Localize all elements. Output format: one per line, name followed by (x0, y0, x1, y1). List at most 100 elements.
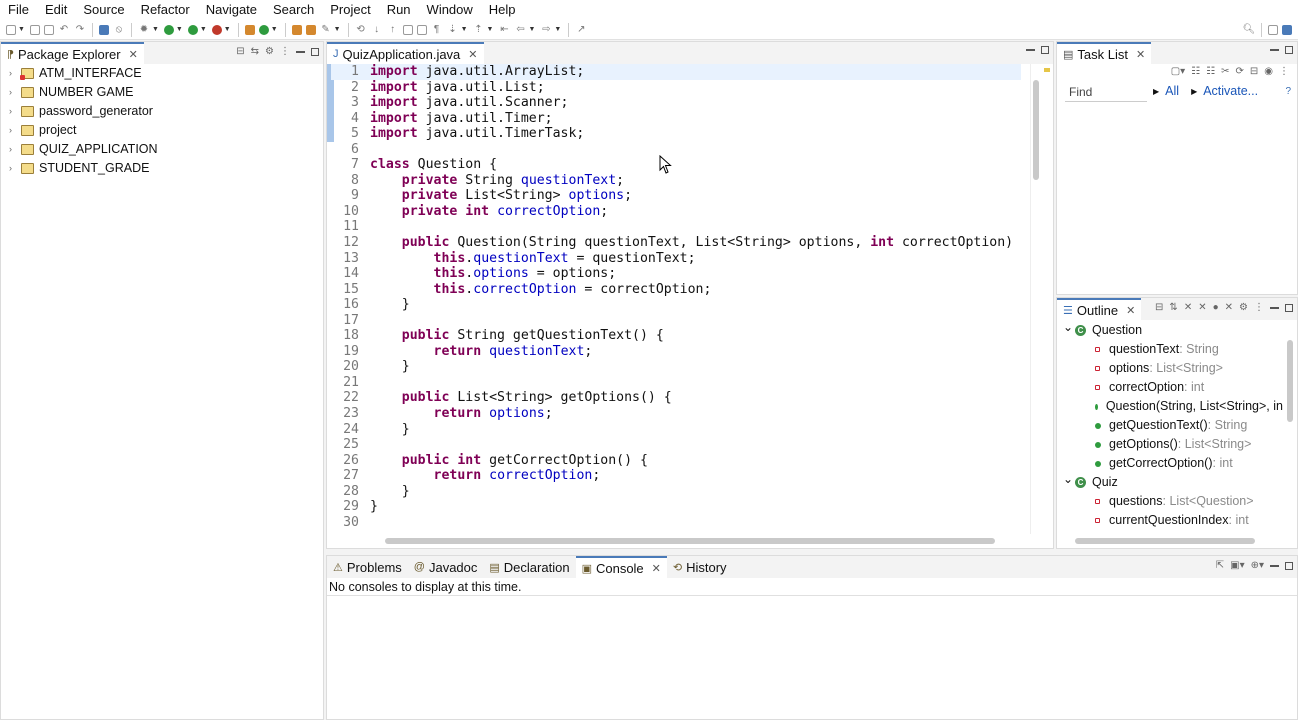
expand-icon[interactable]: › (9, 159, 21, 178)
help-icon[interactable]: ? (1285, 86, 1291, 97)
activate-link[interactable]: Activate... (1203, 84, 1258, 98)
code-line[interactable]: 30 (331, 515, 1021, 531)
expand-icon[interactable]: › (9, 140, 21, 159)
code-line[interactable]: 14 this.options = options; (331, 266, 1021, 282)
project-item[interactable]: › password_generator (1, 102, 323, 121)
maximize-icon[interactable] (1285, 46, 1293, 54)
maximize-icon[interactable] (1041, 46, 1049, 54)
project-item[interactable]: › NUMBER GAME (1, 83, 323, 102)
tab-package-explorer[interactable]: ⁋ Package Explorer ✕ (1, 42, 144, 64)
collapse-all-icon[interactable]: ⊟ (1155, 302, 1163, 313)
menu-project[interactable]: Project (322, 0, 378, 20)
outline-item[interactable]: correctOption : int (1057, 378, 1283, 397)
code-line[interactable]: 9 private List<String> options; (331, 188, 1021, 204)
minimize-icon[interactable] (1270, 306, 1279, 309)
close-icon[interactable]: ✕ (1126, 304, 1135, 317)
display-console-icon[interactable]: ▣▾ (1230, 560, 1244, 571)
last-edit-icon[interactable]: ⇤ (498, 24, 510, 36)
hide-completed-icon[interactable]: ✂ (1221, 66, 1229, 77)
new-task-icon[interactable]: ▢▾ (1171, 66, 1185, 77)
focus-icon[interactable]: ◉ (1264, 66, 1273, 77)
code-line[interactable]: 11 (331, 219, 1021, 235)
view-menu-icon[interactable]: ⋮ (1254, 302, 1264, 313)
focus-icon[interactable]: ⚙ (1239, 302, 1248, 313)
code-line[interactable]: 2 import java.util.List; (331, 80, 1021, 96)
expand-icon[interactable]: › (9, 83, 21, 102)
new-icon[interactable] (6, 24, 16, 35)
menu-source[interactable]: Source (75, 0, 132, 20)
close-icon[interactable]: ✕ (652, 562, 661, 575)
external-tools-icon[interactable] (211, 24, 222, 35)
minimize-icon[interactable] (1026, 49, 1035, 51)
tab-history[interactable]: ⟲ History (667, 556, 733, 578)
search-icon[interactable]: 🔍︎ (1243, 24, 1256, 36)
search-icon[interactable]: ✎ (320, 24, 332, 36)
menu-navigate[interactable]: Navigate (198, 0, 265, 20)
synchronize-icon[interactable]: ⟳ (1235, 66, 1243, 77)
pin-console-icon[interactable]: ⇱ (1216, 560, 1224, 571)
menu-edit[interactable]: Edit (37, 0, 75, 20)
show-whitespace-icon[interactable] (416, 24, 427, 35)
tab-declaration[interactable]: ▤ Declaration (483, 556, 575, 578)
outline-item[interactable]: currentQuestionIndex : int (1057, 511, 1283, 530)
java-perspective-icon[interactable] (1282, 24, 1292, 35)
new-class-icon[interactable] (258, 24, 269, 35)
undo-icon[interactable]: ↶ (58, 24, 70, 36)
open-console-icon[interactable]: ⊕▾ (1251, 560, 1264, 571)
back-dropdown-icon[interactable]: ▼ (528, 26, 535, 33)
tab-javadoc[interactable]: @ Javadoc (408, 556, 484, 578)
new-java-project-icon[interactable] (244, 24, 255, 35)
code-line[interactable]: 23 return options; (331, 406, 1021, 422)
view-menu-icon[interactable]: ⋮ (280, 46, 290, 57)
hide-static-icon[interactable]: ✕ (1198, 302, 1206, 313)
chevron-down-icon[interactable]: ⌄ (1063, 470, 1075, 489)
menu-file[interactable]: File (0, 0, 37, 20)
menu-help[interactable]: Help (481, 0, 524, 20)
outline-item[interactable]: ⌄ C Question (1057, 320, 1283, 340)
prev-edit-icon[interactable]: ⇡ (473, 24, 485, 36)
open-type-icon[interactable] (291, 24, 302, 35)
code-line[interactable]: 12 public Question(String questionText, … (331, 235, 1021, 251)
maximize-icon[interactable] (1285, 303, 1293, 312)
code-line[interactable]: 15 this.correctOption = correctOption; (331, 282, 1021, 298)
project-item[interactable]: › ATM_INTERFACE (1, 64, 323, 83)
code-line[interactable]: 8 private String questionText; (331, 173, 1021, 189)
tab-outline[interactable]: ☰ Outline ✕ (1057, 298, 1142, 320)
expand-icon[interactable]: › (9, 102, 21, 121)
expand-icon[interactable]: › (9, 64, 21, 83)
open-task-icon[interactable] (305, 24, 316, 35)
menu-run[interactable]: Run (379, 0, 419, 20)
hide-nonpublic-icon[interactable]: ● (1213, 302, 1219, 313)
forward-dropdown-icon[interactable]: ▼ (554, 26, 561, 33)
prev-edit-dropdown-icon[interactable]: ▼ (487, 26, 494, 33)
link-editor-icon[interactable]: ⇆ (251, 46, 259, 57)
menu-refactor[interactable]: Refactor (133, 0, 198, 20)
code-line[interactable]: 16 } (331, 297, 1021, 313)
run-dropdown-icon[interactable]: ▼ (176, 26, 183, 33)
search-dropdown-icon[interactable]: ▼ (334, 26, 341, 33)
code-line[interactable]: 1 import java.util.ArrayList; (331, 64, 1021, 80)
code-line[interactable]: 6 (331, 142, 1021, 158)
code-line[interactable]: 19 return questionText; (331, 344, 1021, 360)
maximize-icon[interactable] (311, 47, 319, 56)
code-line[interactable]: 25 (331, 437, 1021, 453)
save-all-icon[interactable] (43, 24, 54, 35)
code-line[interactable]: 4 import java.util.Timer; (331, 111, 1021, 127)
collapse-all-icon[interactable]: ⊟ (236, 46, 244, 57)
code-line[interactable]: 29} (331, 499, 1021, 515)
project-item[interactable]: › STUDENT_GRADE (1, 159, 323, 178)
code-line[interactable]: 7 class Question { (331, 157, 1021, 173)
code-line[interactable]: 5 import java.util.TimerTask; (331, 126, 1021, 142)
skip-breakpoints-icon[interactable]: ⦸ (113, 24, 125, 36)
code-line[interactable]: 3 import java.util.Scanner; (331, 95, 1021, 111)
code-line[interactable]: 28 } (331, 484, 1021, 500)
next-annotation-icon[interactable]: ↓ (371, 24, 383, 36)
outline-item[interactable]: getOptions() : List<String> (1057, 435, 1283, 454)
outline-item[interactable]: ⌄ C Quiz (1057, 470, 1283, 492)
debug-dropdown-icon[interactable]: ▼ (152, 26, 159, 33)
filter-icon[interactable]: ⚙ (265, 46, 274, 57)
open-perspective-icon[interactable] (1268, 24, 1278, 35)
scheduled-icon[interactable]: ☷ (1206, 66, 1215, 77)
minimize-icon[interactable] (1270, 564, 1279, 567)
back-icon[interactable]: ⇦ (514, 24, 526, 36)
